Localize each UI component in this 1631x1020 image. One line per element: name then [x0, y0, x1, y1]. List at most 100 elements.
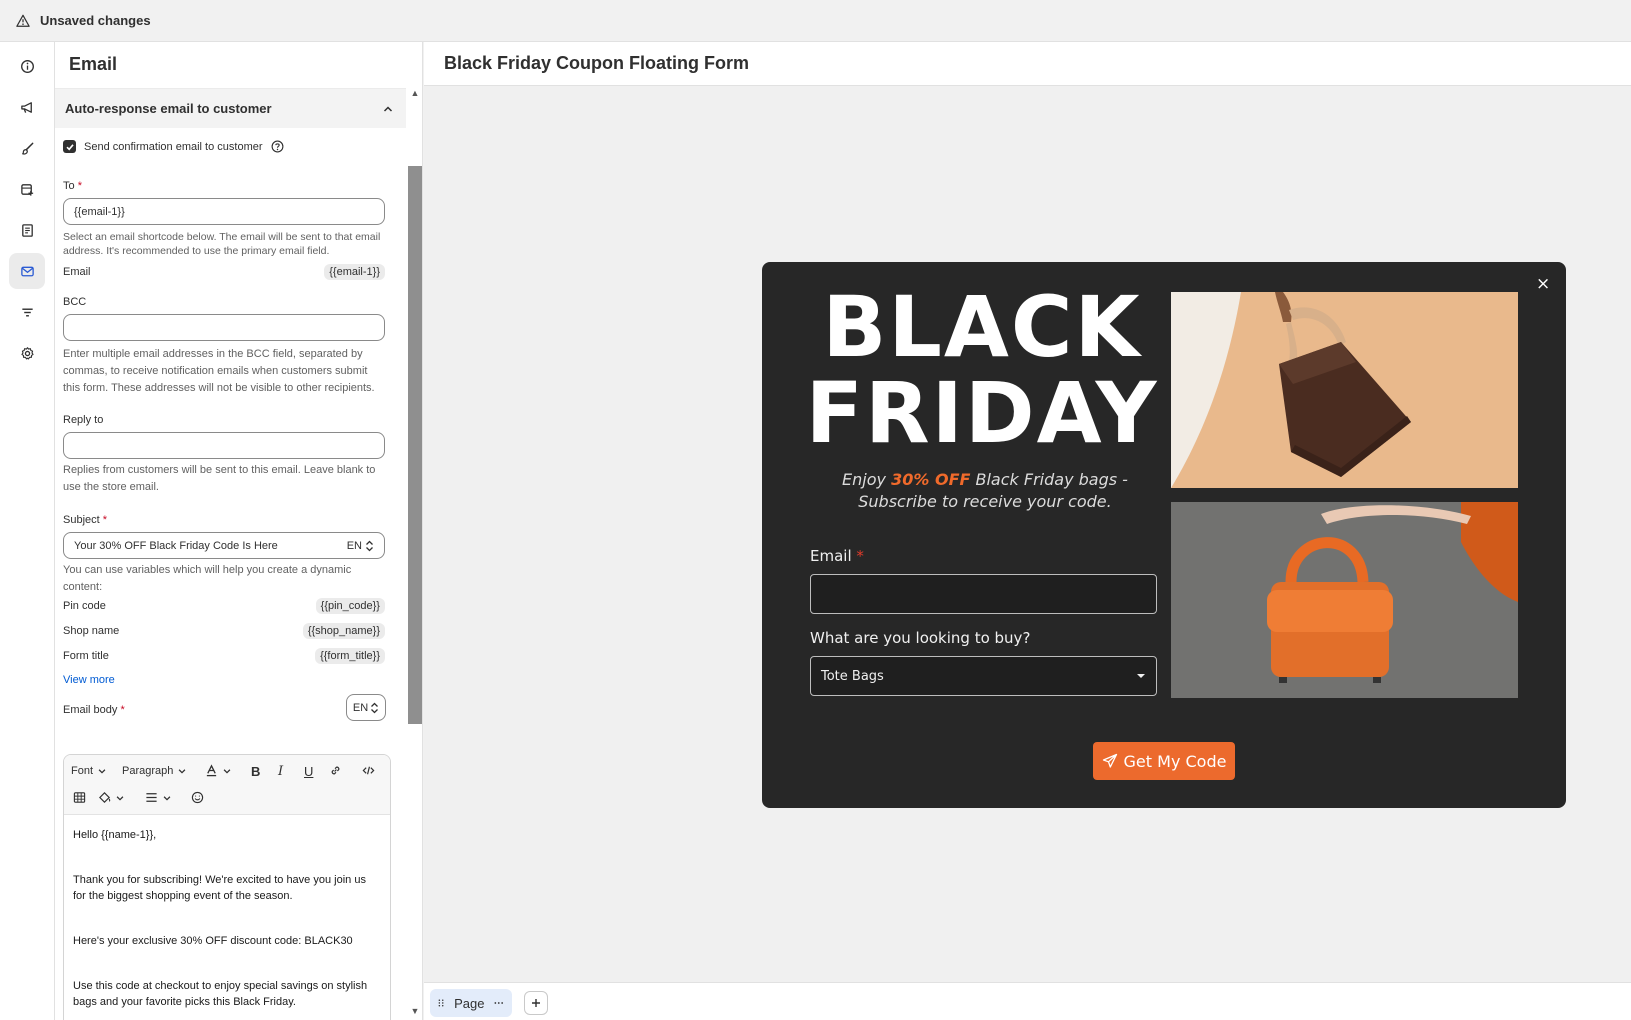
body-paragraph-1: Thank you for subscribing! We're excited…: [73, 874, 366, 902]
bold-icon: B: [251, 764, 261, 779]
code-view-button[interactable]: [362, 764, 375, 777]
send-confirmation-row: Send confirmation email to customer: [63, 140, 284, 153]
reply-to-label: Reply to: [63, 414, 104, 426]
chevron-up-icon: [383, 105, 393, 112]
rail-announcement[interactable]: [9, 89, 45, 125]
font-dropdown[interactable]: Font: [71, 765, 107, 777]
chevron-down-icon: [163, 795, 171, 801]
italic-button[interactable]: I: [278, 764, 283, 779]
select-arrows-icon: [366, 540, 373, 551]
align-button[interactable]: [145, 791, 172, 804]
variable-label-shop-name: Shop name: [63, 625, 120, 637]
add-page-button[interactable]: [524, 991, 548, 1015]
popup-email-input[interactable]: [810, 574, 1157, 614]
editor-content[interactable]: Hello {{name-1}}, Thank you for subscrib…: [64, 815, 390, 1020]
send-icon: [1102, 753, 1117, 768]
form-icon: [20, 183, 33, 196]
chevron-down-icon: [223, 768, 231, 774]
code-icon: [362, 766, 375, 775]
bold-button[interactable]: B: [251, 764, 260, 779]
subject-input[interactable]: Your 30% OFF Black Friday Code Is Here E…: [63, 532, 385, 559]
get-my-code-button[interactable]: Get My Code: [1093, 742, 1235, 780]
rail-info[interactable]: [9, 48, 45, 84]
warning-icon: [16, 14, 30, 27]
rail-filter[interactable]: [9, 294, 45, 330]
variable-label-form-title: Form title: [63, 650, 109, 662]
email-shortcode-label: Email: [63, 266, 91, 278]
page-tab[interactable]: Page: [430, 989, 512, 1017]
gear-icon: [20, 346, 34, 359]
canvas-header: Black Friday Coupon Floating Form: [424, 42, 1631, 86]
reply-to-help: Replies from customers will be sent to t…: [63, 464, 376, 493]
orange-bag-image: [1171, 502, 1518, 698]
bcc-label: BCC: [63, 296, 87, 308]
send-confirmation-label: Send confirmation email to customer: [84, 140, 263, 153]
megaphone-icon: [20, 101, 32, 113]
panel-title: Email: [69, 54, 118, 74]
paragraph-dropdown[interactable]: Paragraph: [122, 765, 187, 777]
section-title: Auto-response email to customer: [65, 101, 272, 116]
select-arrows-icon: [371, 702, 379, 713]
scroll-up-arrow[interactable]: ▲: [410, 88, 420, 98]
rail-forms[interactable]: [9, 171, 45, 207]
close-icon[interactable]: ×: [1536, 274, 1550, 294]
email-icon: [20, 266, 34, 276]
popup-email-label: Email *: [810, 547, 864, 565]
email-body-label: Email body *: [63, 704, 125, 716]
more-options-icon[interactable]: [494, 1001, 504, 1005]
rail-email[interactable]: [9, 253, 45, 289]
chevron-down-icon: [98, 769, 106, 774]
to-label: To *: [63, 180, 82, 192]
link-icon: [331, 766, 340, 775]
subject-label: Subject *: [63, 514, 108, 526]
drag-handle-icon[interactable]: [438, 997, 444, 1009]
fill-color-button[interactable]: [98, 791, 125, 804]
email-shortcode-chip[interactable]: {{email-1}}: [324, 264, 385, 280]
reply-to-input[interactable]: [63, 432, 385, 459]
auto-response-section-header[interactable]: Auto-response email to customer: [55, 88, 406, 128]
top-bar: Unsaved changes: [0, 0, 1631, 42]
text-color-icon: [206, 764, 217, 777]
scrollbar-thumb[interactable]: [408, 166, 422, 724]
body-greeting: Hello {{name-1}},: [73, 829, 157, 841]
email-body-editor[interactable]: Font Paragraph B I U Hello {{name-1}}, T…: [63, 754, 391, 1020]
body-paragraph-2: Here's your exclusive 30% OFF discount c…: [73, 935, 353, 947]
emoji-icon: [191, 791, 204, 804]
bcc-input[interactable]: [63, 314, 385, 341]
scroll-down-arrow[interactable]: ▼: [410, 1006, 420, 1016]
info-icon: [20, 59, 34, 73]
help-icon[interactable]: [271, 140, 284, 153]
subject-help: You can use variables which will help yo…: [63, 564, 352, 593]
subject-value: Your 30% OFF Black Friday Code Is Here: [74, 539, 278, 552]
subject-lang: EN: [346, 539, 362, 552]
form-title: Black Friday Coupon Floating Form: [444, 53, 750, 73]
table-button[interactable]: [73, 791, 86, 804]
to-input[interactable]: {{email-1}}: [63, 198, 385, 225]
align-icon: [146, 793, 157, 802]
send-confirmation-checkbox[interactable]: [63, 140, 76, 153]
view-more-link[interactable]: View more: [63, 674, 115, 686]
variable-chip-pin-code[interactable]: {{pin_code}}: [315, 598, 385, 614]
rail-settings[interactable]: [9, 335, 45, 371]
variable-chip-shop-name[interactable]: {{shop_name}}: [302, 623, 385, 639]
emoji-button[interactable]: [191, 791, 204, 804]
underline-button[interactable]: U: [304, 764, 313, 779]
email-body-language-select[interactable]: EN: [346, 694, 386, 721]
popup-subtitle: Enjoy 30% OFF Black Friday bags - Subscr…: [842, 470, 1128, 511]
rail-design[interactable]: [9, 130, 45, 166]
rail-content[interactable]: [9, 212, 45, 248]
bcc-help: Enter multiple email addresses in the BC…: [63, 348, 375, 394]
headline-line-2: FRIDAY: [805, 364, 1159, 462]
editor-toolbar: Font Paragraph B I U: [64, 755, 390, 815]
popup-product-select[interactable]: Tote Bags: [810, 656, 1157, 696]
coupon-popup[interactable]: × BLACK FRIDAY Enjoy 30% OFF Black Frida…: [762, 262, 1566, 808]
variable-chip-form-title[interactable]: {{form_title}}: [315, 648, 385, 664]
link-button[interactable]: [329, 764, 342, 777]
page-tab-label: Page: [454, 995, 485, 1011]
underline-icon: U: [304, 764, 314, 779]
brush-icon: [21, 142, 33, 155]
subject-language-select[interactable]: EN: [347, 540, 374, 552]
chevron-down-icon: [116, 795, 124, 801]
text-color-button[interactable]: [205, 764, 232, 777]
email-body-lang: EN: [352, 701, 369, 714]
